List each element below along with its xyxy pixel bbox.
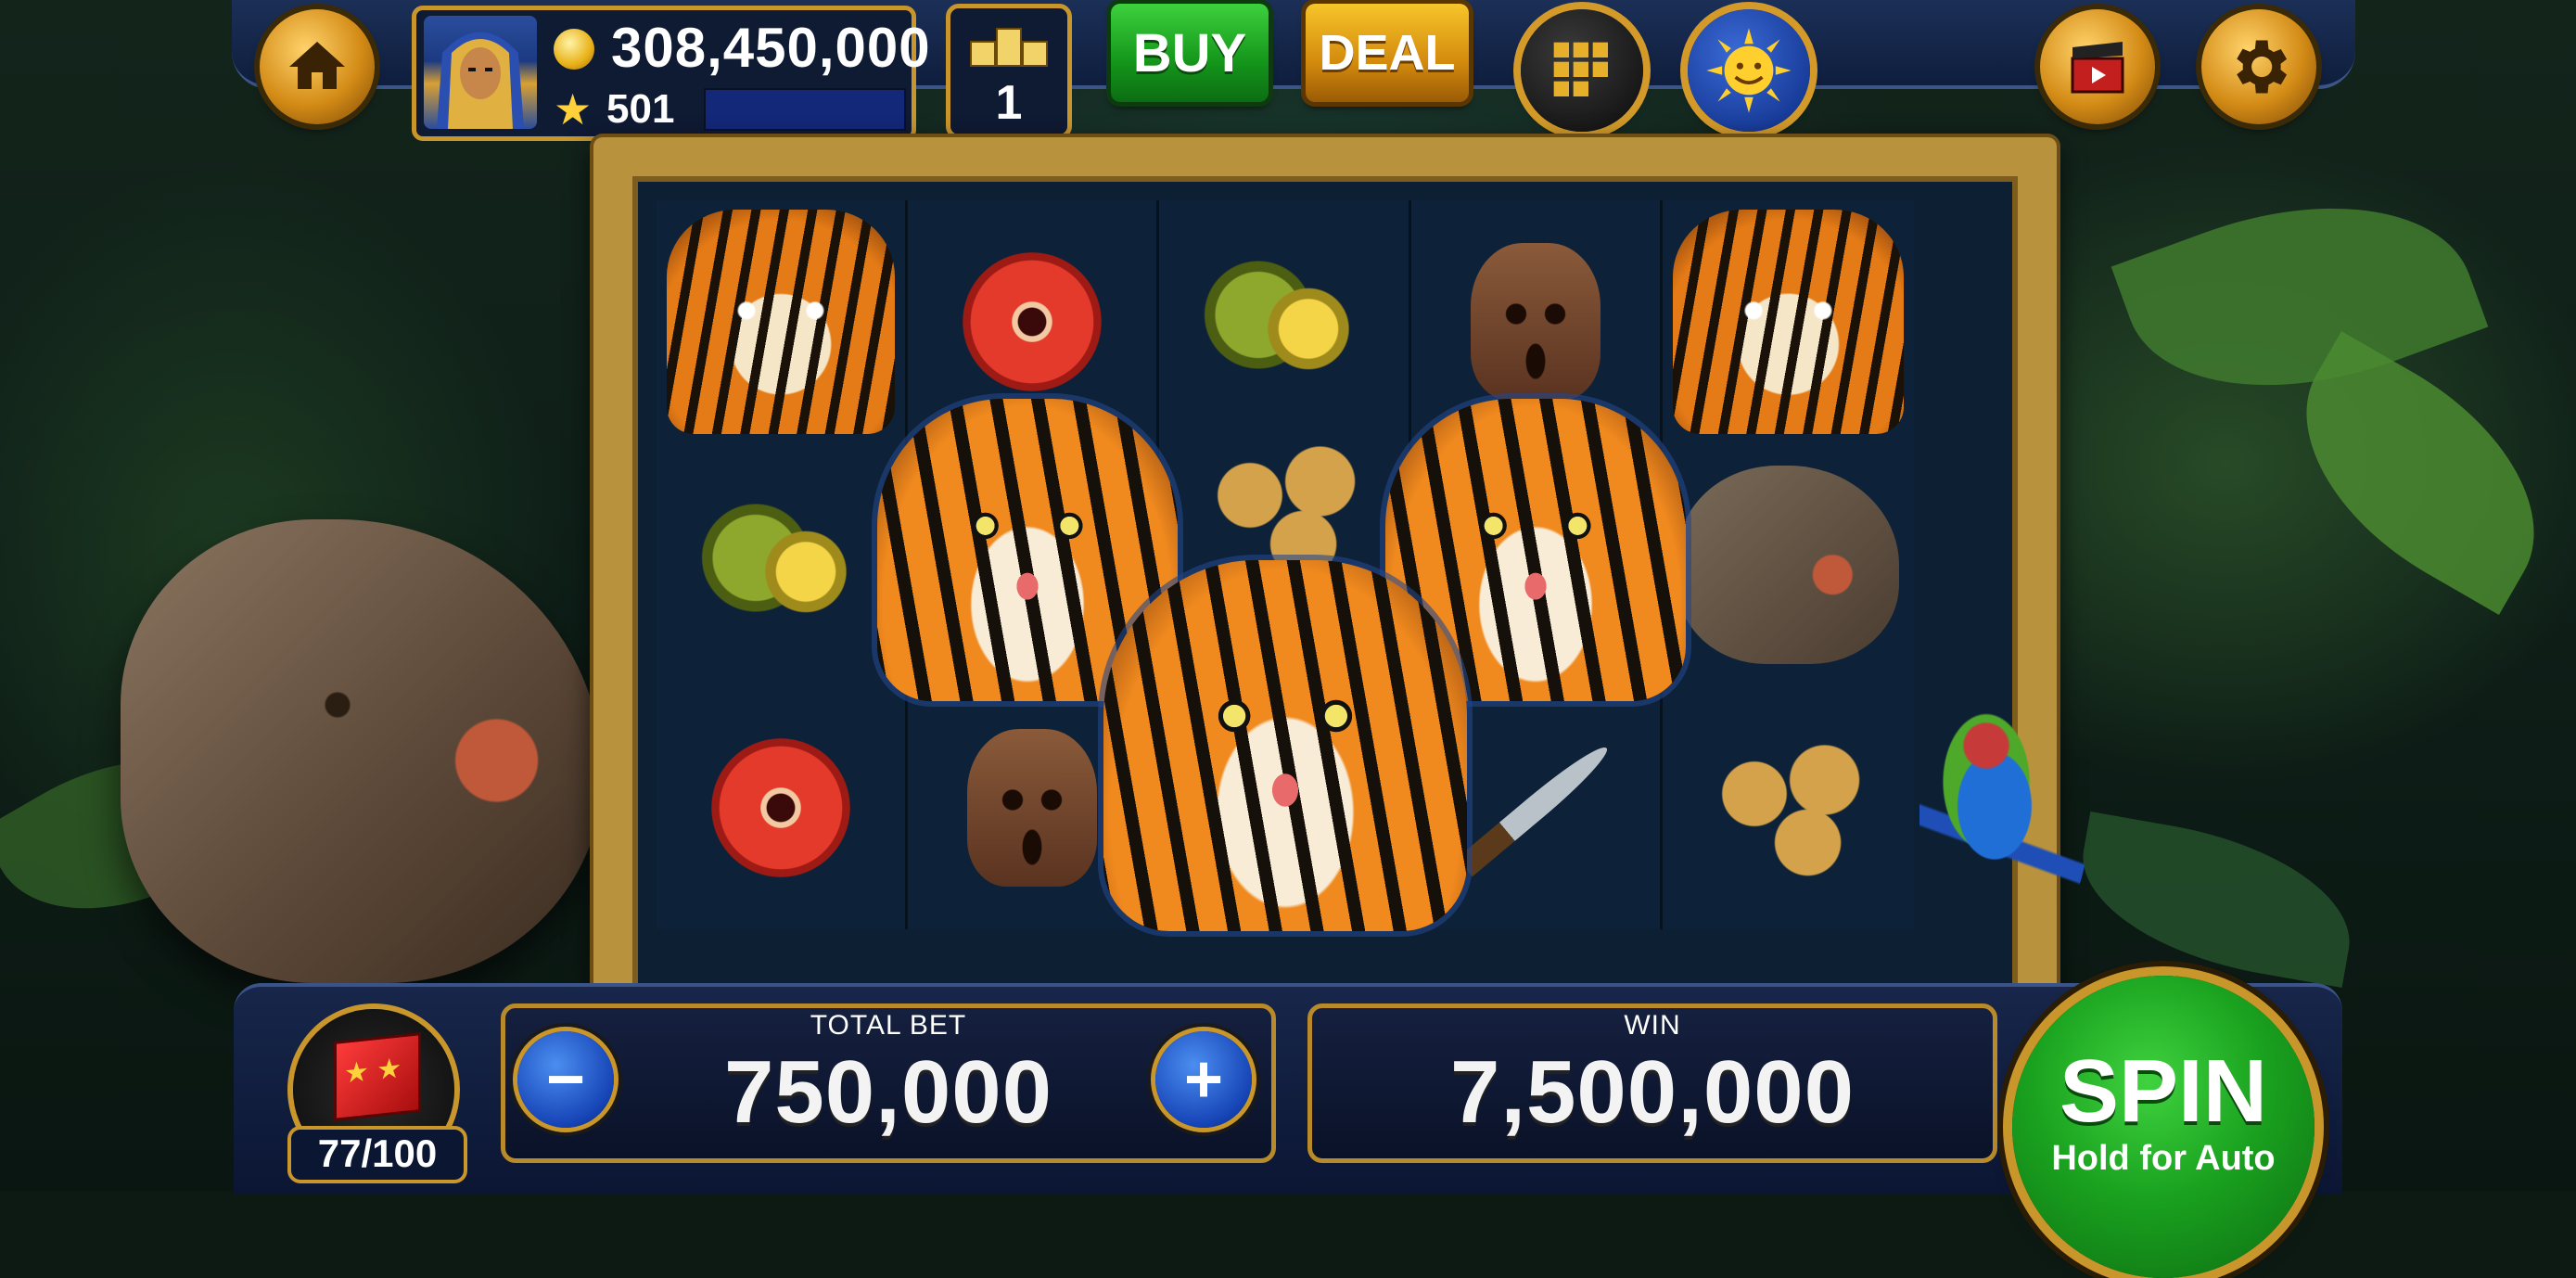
spin-label: SPIN <box>2059 1042 2268 1141</box>
reel-cell <box>1159 200 1411 443</box>
games-menu-button[interactable] <box>1521 9 1643 132</box>
reel-cell <box>1663 686 1914 929</box>
win-value: 7,500,000 <box>1449 1042 1855 1142</box>
tribal-mask-symbol <box>967 729 1098 887</box>
clapperboard-icon <box>2071 42 2124 94</box>
win-label: WIN <box>1624 1010 1681 1041</box>
reel-cell <box>657 200 909 443</box>
rafflesia-flower-symbol <box>711 738 851 877</box>
settings-button[interactable] <box>2201 9 2316 124</box>
rank-value: 1 <box>995 76 1023 130</box>
coin-icon <box>554 29 594 70</box>
spin-button[interactable]: SPIN Hold for Auto <box>2012 976 2315 1278</box>
reel-cell <box>1663 443 1914 686</box>
parrot-character <box>1919 697 2086 939</box>
tiger-symbol <box>1672 210 1905 434</box>
grid-icon <box>1553 42 1608 96</box>
big-tiger-symbol <box>1103 560 1467 931</box>
home-button[interactable] <box>260 9 375 124</box>
sun-bonus-button[interactable] <box>1688 9 1810 132</box>
star-icon: ★ <box>554 85 593 134</box>
video-reward-button[interactable] <box>2040 9 2155 124</box>
tribal-mask-symbol <box>1470 243 1600 401</box>
gear-icon <box>2237 40 2288 94</box>
dagger-symbol <box>1456 738 1614 877</box>
rafflesia-flower-symbol <box>963 252 1103 391</box>
podium-icon <box>970 28 1048 67</box>
gold-coins-symbol <box>1704 738 1872 877</box>
increase-bet-button[interactable]: + <box>1155 1031 1252 1128</box>
gift-progress: 77/100 <box>287 1126 467 1183</box>
home-icon <box>289 42 345 89</box>
gift-box-icon <box>334 1032 421 1121</box>
pharaoh-avatar[interactable] <box>424 16 537 129</box>
coin-balance: 308,450,000 <box>611 17 931 79</box>
gold-coins-symbol <box>1200 440 1368 579</box>
decrease-bet-button[interactable]: − <box>517 1031 614 1128</box>
buy-button[interactable]: BUY <box>1111 4 1269 102</box>
sun-icon <box>1706 28 1792 113</box>
spin-sublabel: Hold for Auto <box>2051 1139 2276 1178</box>
deal-button[interactable]: DEAL <box>1306 4 1469 102</box>
durian-symbol <box>697 495 865 634</box>
durian-symbol <box>1200 252 1368 391</box>
pharaoh-icon <box>437 32 524 129</box>
total-bet-label: TOTAL BET <box>810 1010 967 1041</box>
reel-cell <box>657 686 909 929</box>
player-panel[interactable]: 308,450,000 ★ 501 <box>412 6 930 141</box>
xp-progress-bar <box>704 88 906 131</box>
reel-cell <box>1663 200 1914 443</box>
reel-cell <box>657 443 909 686</box>
leaderboard-button[interactable]: 1 <box>946 4 1072 139</box>
tiger-symbol <box>666 210 896 434</box>
player-level: 501 <box>606 86 675 132</box>
rhino-symbol <box>1677 465 1899 665</box>
win-panel: WIN 7,500,000 <box>1307 1003 1997 1163</box>
